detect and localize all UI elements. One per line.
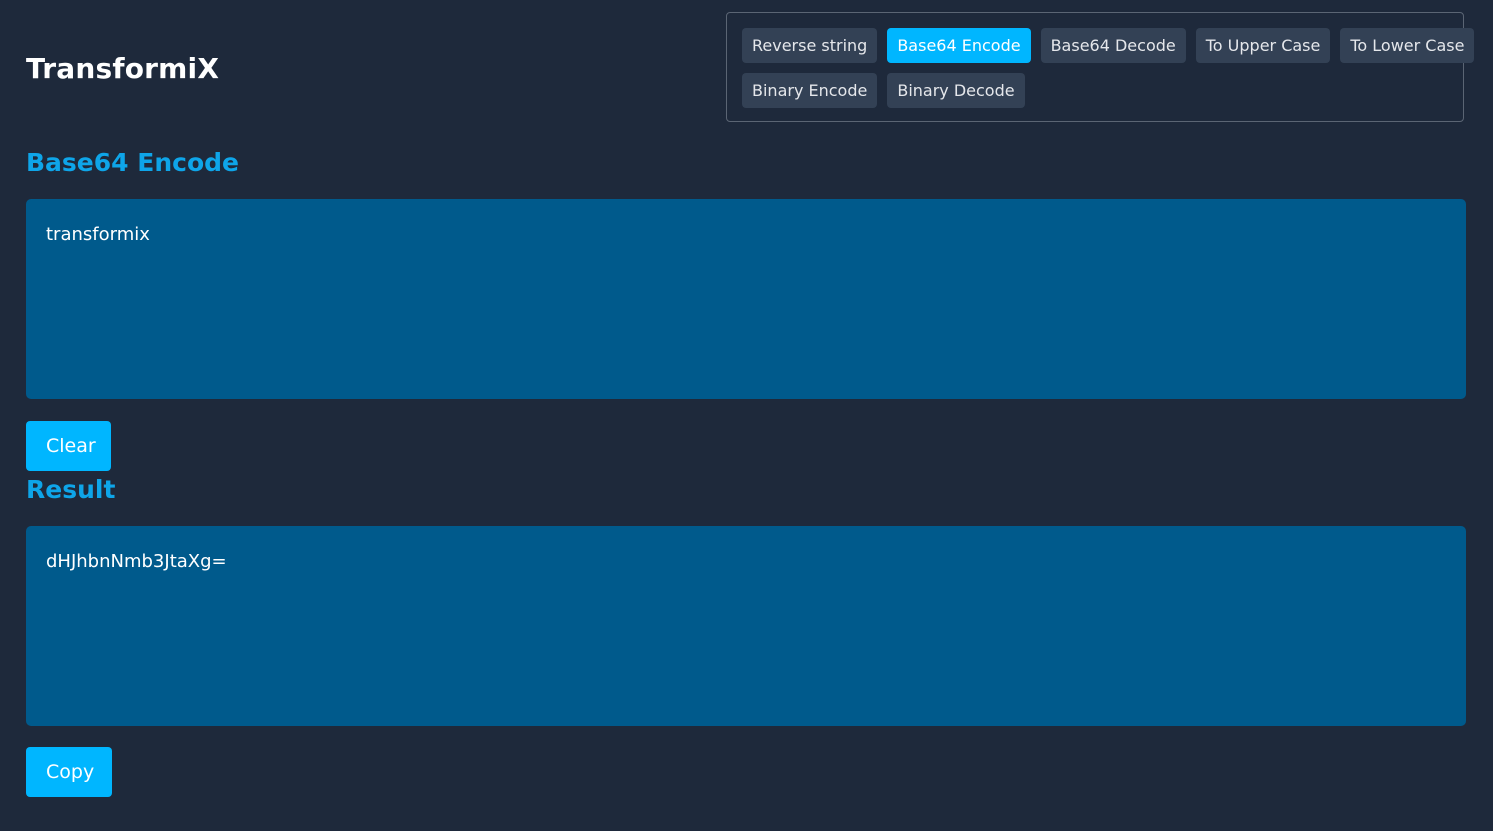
base64-decode-button[interactable]: Base64 Decode: [1040, 28, 1186, 63]
input-section-title: Base64 Encode: [26, 148, 239, 177]
to-upper-case-button[interactable]: To Upper Case: [1195, 28, 1331, 63]
binary-encode-button[interactable]: Binary Encode: [742, 73, 878, 108]
binary-decode-button[interactable]: Binary Decode: [887, 73, 1025, 108]
transform-nav-row-1: Reverse string Base64 Encode Base64 Deco…: [742, 28, 1475, 63]
to-lower-case-button[interactable]: To Lower Case: [1340, 28, 1475, 63]
clear-button[interactable]: Clear: [26, 421, 111, 471]
transform-nav: Reverse string Base64 Encode Base64 Deco…: [726, 12, 1475, 122]
copy-button[interactable]: Copy: [26, 747, 112, 797]
result-textarea[interactable]: dHJhbnNmb3JtaXg=: [26, 526, 1466, 726]
reverse-string-button[interactable]: Reverse string: [742, 28, 878, 63]
input-textarea[interactable]: transformix: [26, 199, 1466, 399]
base64-encode-button[interactable]: Base64 Encode: [887, 28, 1031, 63]
transform-nav-row-2: Binary Encode Binary Decode: [742, 73, 1463, 108]
result-section-title: Result: [26, 475, 116, 504]
app-title: TransformiX: [26, 52, 220, 85]
